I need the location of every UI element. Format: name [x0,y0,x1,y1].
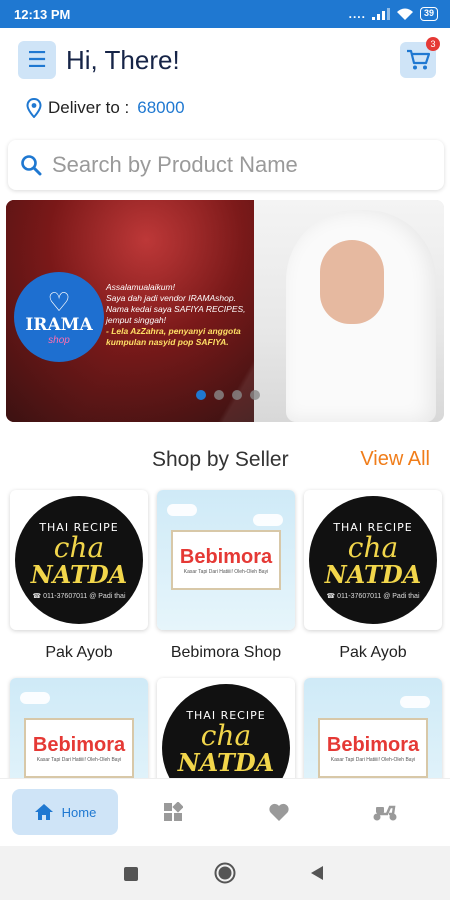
android-square-icon[interactable] [124,867,138,881]
view-all-link[interactable]: View All [360,448,430,471]
cloud-decoration [253,514,283,526]
seller-name[interactable]: Pak Ayob [6,644,152,662]
cell-signal-icon [371,8,390,20]
search-bar[interactable] [8,140,444,190]
nav-categories-tab[interactable] [160,799,186,825]
seller-name[interactable]: Bebimora Shop [153,644,299,662]
banner-line: Assalamualaikum! [106,282,175,292]
shop-by-seller-header: Shop by Seller View All [0,444,450,474]
natda-logo: THAI RECIPE cha NATDA ☎ 011-37607011 @ P… [309,496,437,624]
logo-tagline: Kasar Tapi Dari Hatiiii! Oleh-Oleh Bayi [183,568,269,575]
cart-icon [407,49,430,70]
logo-tagline: Kasar Tapi Dari Hatiiii! Oleh-Oleh Bayi [330,756,416,763]
greeting-title: Hi, There! [66,44,180,75]
section-title: Shop by Seller [152,448,289,471]
deliver-postcode[interactable]: 68000 [137,98,184,118]
irama-logo-sub: shop [48,334,70,346]
banner-person-face [320,240,384,324]
banner-message: Assalamualaikum! Saya dah jadi vendor IR… [106,282,276,348]
cloud-decoration [400,696,430,708]
cart-button[interactable]: 3 [400,37,440,78]
logo-name-text: Bebimora [179,545,273,568]
android-back-icon[interactable] [310,865,324,881]
carousel-indicator [196,390,260,400]
logo-name-text: NATDA [177,747,275,777]
location-pin-icon [26,98,42,118]
cloud-decoration [20,692,50,704]
banner-line: Nama kedai saya SAFIYA RECIPES, [106,304,246,314]
seller-card[interactable]: THAI RECIPE cha NATDA ☎ 011-37607011 @ P… [10,490,148,630]
banner-line: jemput singgah! [106,315,167,325]
signal-dots: .... [348,7,366,21]
system-navigation-bar [0,846,450,900]
natda-logo: THAI RECIPE cha NATDA ☎ 011-37607011 @ P… [15,496,143,624]
logo-name-text: Bebimora [326,733,420,756]
deliver-to-row[interactable]: Deliver to : 68000 [26,98,185,118]
logo-board: Bebimora Kasar Tapi Dari Hatiiii! Oleh-O… [24,718,134,778]
logo-cha-text: cha [200,718,252,752]
heart-icon [269,803,289,821]
seller-card[interactable]: Bebimora Kasar Tapi Dari Hatiiii! Oleh-O… [157,490,295,630]
wifi-icon [396,8,413,20]
irama-logo-text: IRAMA [25,314,93,335]
nav-home-label: Home [61,804,97,820]
logo-name-text: NATDA [30,559,128,589]
battery-icon: 39 [419,7,438,21]
logo-board: Bebimora Kasar Tapi Dari Hatiiii! Oleh-O… [171,530,281,590]
nav-home-tab[interactable]: Home [12,789,118,835]
logo-contact-text: ☎ 011-37607011 @ Padi thai [32,592,126,600]
deliver-label: Deliver to : [48,98,130,117]
carousel-dot[interactable] [232,390,242,400]
status-time: 12:13 PM [14,6,71,22]
bottom-navigation: Home [0,778,450,846]
logo-contact-text: ☎ 011-37607011 @ Padi thai [326,592,420,600]
status-bar: 12:13 PM .... 39 [0,0,450,28]
promo-banner[interactable]: ♡ IRAMA shop Assalamualaikum! Saya dah j… [6,200,444,422]
grid-icon [164,802,183,821]
banner-line: Saya dah jadi vendor IRAMAshop. [106,293,236,303]
nav-delivery-tab[interactable] [372,799,398,825]
android-circle-icon[interactable] [214,862,236,884]
seller-card[interactable]: THAI RECIPE cha NATDA ☎ 011-37607011 @ P… [304,490,442,630]
logo-cha-text: cha [53,530,105,564]
logo-tagline: Kasar Tapi Dari Hatiiii! Oleh-Oleh Bayi [36,756,122,763]
bebimora-logo: Bebimora Kasar Tapi Dari Hatiiii! Oleh-O… [157,490,295,630]
search-input[interactable] [52,152,422,178]
nav-favorites-tab[interactable] [266,799,292,825]
search-icon [21,155,42,176]
irama-shop-logo: ♡ IRAMA shop [14,272,104,362]
seller-name[interactable]: Pak Ayob [300,644,446,662]
logo-name-text: Bebimora [32,733,126,756]
home-icon [34,804,53,820]
status-icons: .... 39 [349,7,438,21]
logo-name-text: NATDA [324,559,422,589]
carousel-dot[interactable] [250,390,260,400]
app-header: ☰ Hi, There! 3 [18,37,440,80]
cloud-decoration [167,504,197,516]
banner-line: - Lela AzZahra, penyanyi anggota [106,326,241,336]
carousel-dot[interactable] [214,390,224,400]
menu-button[interactable]: ☰ [18,41,56,79]
menu-icon: ☰ [27,47,47,72]
heart-logo-icon: ♡ [47,286,71,317]
banner-person-area [254,200,444,422]
scooter-icon [373,805,397,821]
cart-count-badge: 3 [426,37,440,51]
logo-board: Bebimora Kasar Tapi Dari Hatiiii! Oleh-O… [318,718,428,778]
carousel-dot[interactable] [196,390,206,400]
logo-cha-text: cha [347,530,399,564]
banner-line: kumpulan nasyid pop SAFIYA. [106,337,229,347]
